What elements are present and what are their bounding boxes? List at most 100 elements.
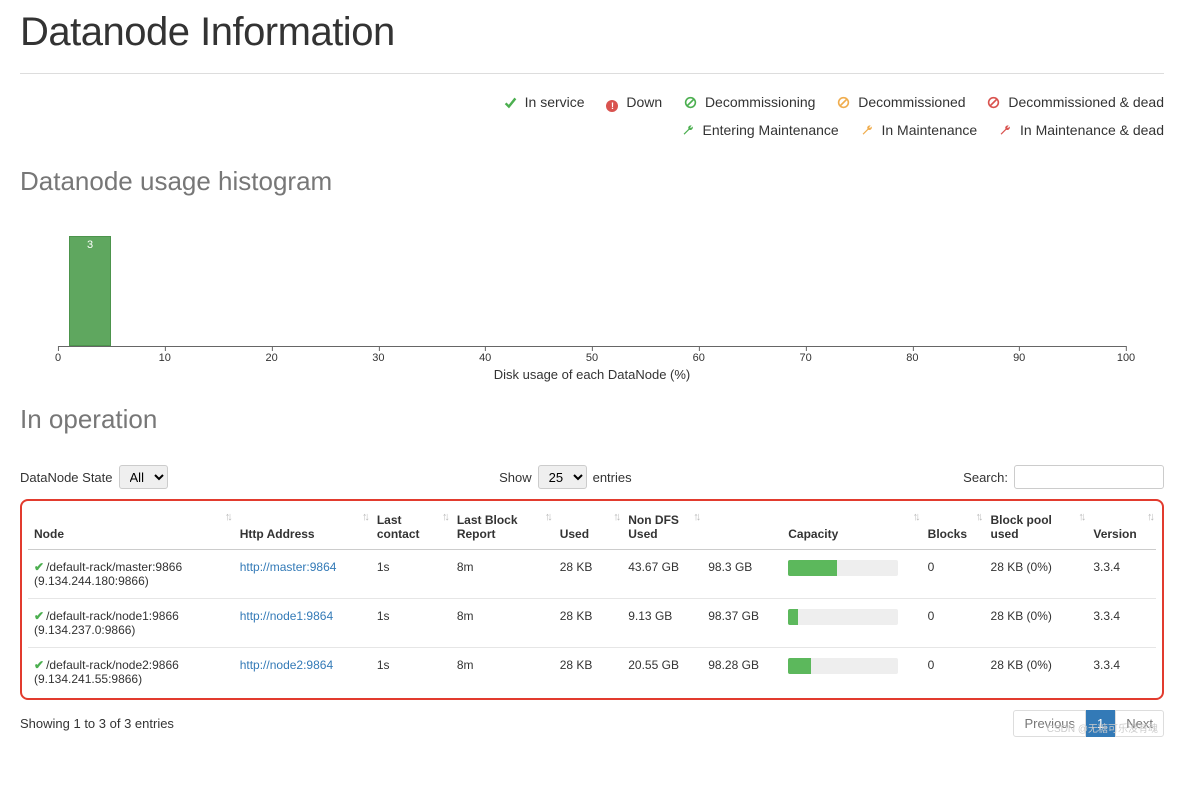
legend-down: ! Down bbox=[606, 88, 662, 116]
tick: 60 bbox=[693, 352, 705, 364]
legend-decommissioned-dead: Decommissioned & dead bbox=[987, 88, 1164, 116]
cell-capacity-text: 98.37 GB bbox=[702, 599, 782, 648]
sort-icon: ↑↓ bbox=[1147, 511, 1152, 523]
capacity-bar bbox=[788, 609, 898, 625]
slash-circle-icon bbox=[837, 96, 850, 109]
histogram: 3 0 10 20 30 40 50 60 70 80 90 100 Disk … bbox=[20, 217, 1164, 382]
cell-last-block-report: 8m bbox=[451, 550, 554, 599]
page-title: Datanode Information bbox=[20, 10, 1164, 55]
table-row: ✔/default-rack/node2:9866 (9.134.241.55:… bbox=[28, 648, 1156, 697]
legend-decommissioning: Decommissioning bbox=[684, 88, 815, 116]
th-capacity-text bbox=[702, 505, 782, 550]
legend-label: Down bbox=[626, 94, 662, 110]
cell-last-contact: 1s bbox=[371, 648, 451, 697]
wrench-icon bbox=[999, 124, 1012, 137]
state-select[interactable]: All bbox=[119, 465, 168, 489]
cell-capacity-bar bbox=[782, 648, 921, 697]
table-body: ✔/default-rack/master:9866 (9.134.244.18… bbox=[28, 550, 1156, 697]
entries-label: entries bbox=[593, 470, 632, 485]
alert-icon: ! bbox=[606, 100, 618, 112]
cell-block-pool-used: 28 KB (0%) bbox=[985, 550, 1088, 599]
sort-icon: ↑↓ bbox=[913, 511, 918, 523]
cell-node: ✔/default-rack/node1:9866 (9.134.237.0:9… bbox=[28, 599, 234, 648]
showing-text: Showing 1 to 3 of 3 entries bbox=[20, 716, 174, 731]
th-blocks[interactable]: Blocks↑↓ bbox=[922, 505, 985, 550]
cell-capacity-text: 98.28 GB bbox=[702, 648, 782, 697]
cell-blocks: 0 bbox=[922, 599, 985, 648]
th-used[interactable]: Used↑↓ bbox=[554, 505, 623, 550]
legend-in-maintenance: In Maintenance bbox=[861, 116, 978, 144]
cell-node: ✔/default-rack/master:9866 (9.134.244.18… bbox=[28, 550, 234, 599]
histogram-xlabel: Disk usage of each DataNode (%) bbox=[20, 367, 1164, 382]
table-footer: Showing 1 to 3 of 3 entries Previous 1 N… bbox=[20, 710, 1164, 737]
controls-row: DataNode State All Show 25 entries Searc… bbox=[20, 465, 1164, 489]
legend-label: Decommissioned & dead bbox=[1008, 94, 1164, 110]
cell-block-pool-used: 28 KB (0%) bbox=[985, 648, 1088, 697]
cell-last-contact: 1s bbox=[371, 550, 451, 599]
slash-circle-icon bbox=[987, 96, 1000, 109]
th-capacity[interactable]: Capacity↑↓ bbox=[782, 505, 921, 550]
show-select[interactable]: 25 bbox=[538, 465, 587, 489]
slash-circle-icon bbox=[684, 96, 697, 109]
table-row: ✔/default-rack/node1:9866 (9.134.237.0:9… bbox=[28, 599, 1156, 648]
tick: 90 bbox=[1013, 352, 1025, 364]
table-highlight-frame: Node↑↓ Http Address↑↓ Last contact↑↓ Las… bbox=[20, 499, 1164, 700]
cell-capacity-bar bbox=[782, 550, 921, 599]
datanodes-table: Node↑↓ Http Address↑↓ Last contact↑↓ Las… bbox=[28, 505, 1156, 696]
legend-label: In Maintenance bbox=[881, 122, 977, 138]
table-header-row: Node↑↓ Http Address↑↓ Last contact↑↓ Las… bbox=[28, 505, 1156, 550]
sort-icon: ↑↓ bbox=[362, 511, 367, 523]
th-http[interactable]: Http Address↑↓ bbox=[234, 505, 371, 550]
http-link[interactable]: http://node2:9864 bbox=[240, 658, 333, 672]
wrench-icon bbox=[682, 124, 695, 137]
th-version[interactable]: Version↑↓ bbox=[1087, 505, 1156, 550]
legend-entering-maintenance: Entering Maintenance bbox=[682, 116, 839, 144]
tick: 100 bbox=[1117, 352, 1135, 364]
cell-http: http://node1:9864 bbox=[234, 599, 371, 648]
cell-non-dfs-used: 9.13 GB bbox=[622, 599, 702, 648]
tick: 80 bbox=[906, 352, 918, 364]
histogram-bar: 3 bbox=[69, 236, 112, 346]
cell-blocks: 0 bbox=[922, 648, 985, 697]
th-block-pool-used[interactable]: Block pool used↑↓ bbox=[985, 505, 1088, 550]
histogram-ticks: 0 10 20 30 40 50 60 70 80 90 100 bbox=[58, 352, 1126, 364]
cell-version: 3.3.4 bbox=[1087, 550, 1156, 599]
th-non-dfs-used[interactable]: Non DFS Used↑↓ bbox=[622, 505, 702, 550]
tick: 20 bbox=[265, 352, 277, 364]
search-input[interactable] bbox=[1014, 465, 1164, 489]
legend-label: In Maintenance & dead bbox=[1020, 122, 1164, 138]
capacity-bar bbox=[788, 560, 898, 576]
check-icon: ✔ bbox=[34, 658, 44, 672]
tick: 0 bbox=[55, 352, 61, 364]
tick: 70 bbox=[799, 352, 811, 364]
cell-last-block-report: 8m bbox=[451, 648, 554, 697]
show-label: Show bbox=[499, 470, 532, 485]
th-last-block-report[interactable]: Last Block Report↑↓ bbox=[451, 505, 554, 550]
watermark: CSDN @无糖可乐没有魂 bbox=[1047, 720, 1158, 735]
cell-blocks: 0 bbox=[922, 550, 985, 599]
cell-last-contact: 1s bbox=[371, 599, 451, 648]
th-node[interactable]: Node↑↓ bbox=[28, 505, 234, 550]
capacity-bar bbox=[788, 658, 898, 674]
cell-used: 28 KB bbox=[554, 648, 623, 697]
state-label: DataNode State bbox=[20, 470, 113, 485]
legend: In service ! Down Decommissioning Decomm… bbox=[20, 88, 1164, 144]
th-last-contact[interactable]: Last contact↑↓ bbox=[371, 505, 451, 550]
cell-node: ✔/default-rack/node2:9866 (9.134.241.55:… bbox=[28, 648, 234, 697]
wrench-icon bbox=[861, 124, 874, 137]
sort-icon: ↑↓ bbox=[976, 511, 981, 523]
http-link[interactable]: http://master:9864 bbox=[240, 560, 337, 574]
legend-in-maintenance-dead: In Maintenance & dead bbox=[999, 116, 1164, 144]
histogram-plot: 3 bbox=[58, 217, 1126, 347]
check-icon bbox=[504, 96, 517, 109]
title-rule bbox=[20, 73, 1164, 74]
http-link[interactable]: http://node1:9864 bbox=[240, 609, 333, 623]
cell-used: 28 KB bbox=[554, 550, 623, 599]
legend-decommissioned: Decommissioned bbox=[837, 88, 965, 116]
sort-icon: ↑↓ bbox=[442, 511, 447, 523]
tick: 40 bbox=[479, 352, 491, 364]
cell-non-dfs-used: 43.67 GB bbox=[622, 550, 702, 599]
sort-icon: ↑↓ bbox=[225, 511, 230, 523]
cell-version: 3.3.4 bbox=[1087, 648, 1156, 697]
cell-block-pool-used: 28 KB (0%) bbox=[985, 599, 1088, 648]
